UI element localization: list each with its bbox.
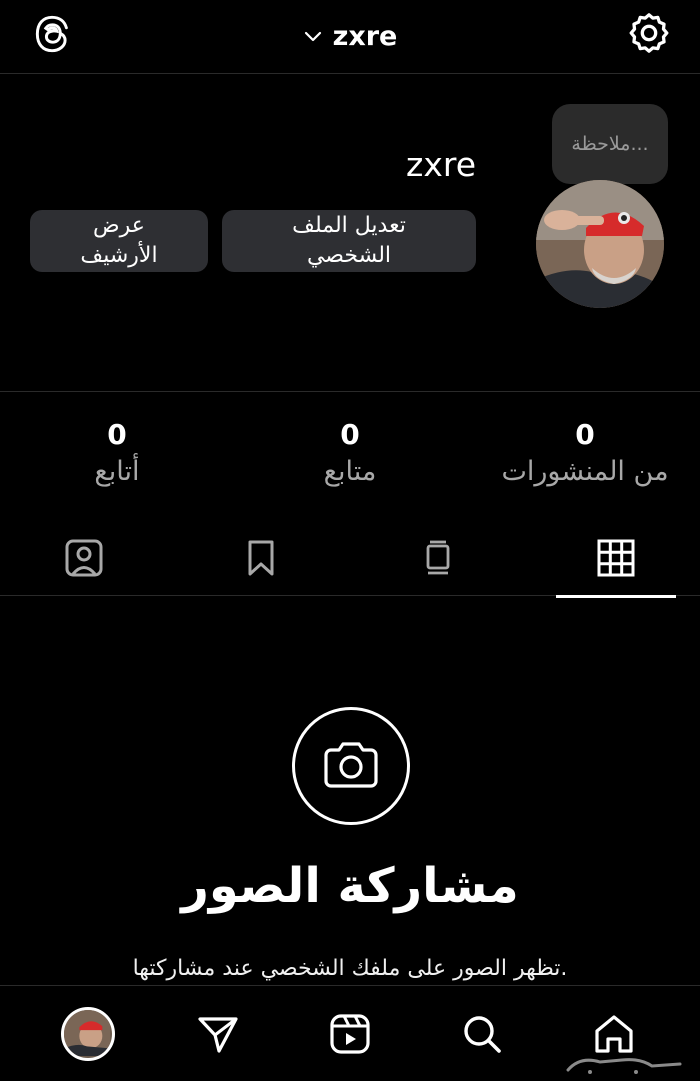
nav-profile[interactable] [58,1004,118,1064]
active-tab-indicator [556,595,676,598]
profile-avatar [61,1007,115,1061]
tab-saved[interactable] [201,520,321,596]
following-label: أتابع [94,456,140,487]
following-count: 0 [107,418,127,451]
avatar[interactable] [536,180,664,308]
search-icon [464,1016,501,1053]
profile-tabs [0,520,700,598]
account-switcher[interactable]: zxre [0,16,700,56]
watermark-logo [566,1058,682,1074]
share-icon [198,1017,238,1053]
stat-posts[interactable]: 0 من المنشورات [494,418,676,492]
account-name: zxre [332,20,398,52]
settings-icon[interactable] [626,10,672,56]
reels-icon [330,1014,370,1054]
posts-count: 0 [575,418,595,451]
note-bubble[interactable]: ملاحظة... [552,104,668,184]
tab-tagged[interactable] [24,520,144,596]
followers-count: 0 [340,418,360,451]
note-placeholder: ملاحظة... [571,133,649,155]
empty-state-subtitle: تظهر الصور على ملفك الشخصي عند مشاركتها. [132,956,568,981]
empty-state-title: مشاركة الصور [181,858,519,914]
divider [0,391,700,392]
bookmark-icon [248,540,274,576]
reels-feed-icon [426,540,450,575]
grid-icon [597,539,635,577]
top-bar: zxre [0,0,700,74]
profile-username: zxre [406,145,476,184]
edit-profile-button[interactable]: تعديل الملف الشخصي [222,210,476,272]
nav-direct[interactable] [188,1004,248,1064]
nav-reels[interactable] [320,1004,380,1064]
camera-icon-circle [292,707,410,825]
stat-followers[interactable]: 0 متابع [300,418,400,492]
posts-label: من المنشورات [501,456,669,487]
followers-label: متابع [323,456,377,487]
nav-search[interactable] [452,1004,512,1064]
camera-icon [324,742,378,788]
tab-reels-feed[interactable] [378,520,498,596]
chevron-down-icon [304,31,321,42]
view-archive-button[interactable]: عرض الأرشيف [30,210,208,272]
tab-posts-grid[interactable] [556,520,676,598]
tagged-person-icon [65,539,103,577]
stat-following[interactable]: 0 أتابع [70,418,164,492]
